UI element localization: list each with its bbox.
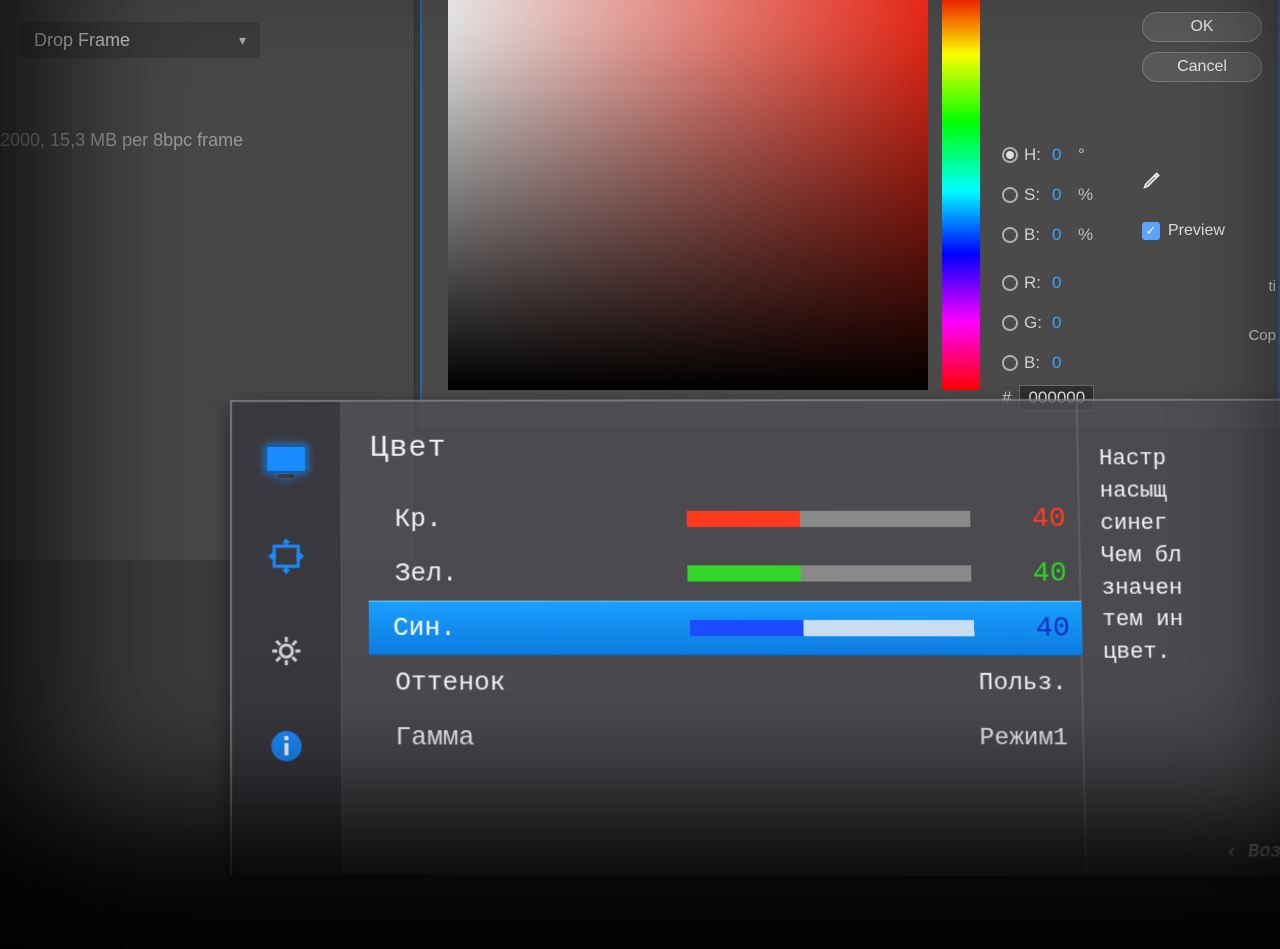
preview-label: Preview	[1168, 222, 1225, 240]
osd-blue-value: 40	[1015, 612, 1071, 644]
osd-row-green[interactable]: Зел. 40	[371, 546, 1080, 601]
osd-desc-line: насыщ	[1099, 475, 1280, 507]
r-label: R:	[1024, 273, 1046, 293]
g-row[interactable]: G: 0	[1002, 303, 1093, 343]
frame-info-text: 2000, 15,3 MB per 8bpc frame	[0, 130, 243, 151]
g-value[interactable]: 0	[1052, 313, 1072, 333]
radio-icon[interactable]	[1002, 187, 1018, 203]
chevron-down-icon: ▾	[239, 32, 246, 49]
radio-icon[interactable]	[1002, 275, 1018, 291]
osd-tab-settings[interactable]	[260, 627, 312, 676]
check-icon: ✓	[1142, 222, 1160, 240]
side-label-copy: Cop	[1248, 327, 1276, 344]
osd-desc-line: синег	[1100, 507, 1280, 539]
h-value[interactable]: 0	[1052, 145, 1072, 165]
osd-gamma-value: Режим1	[980, 724, 1069, 752]
radio-icon[interactable]	[1002, 315, 1018, 331]
osd-red-bar	[687, 511, 971, 527]
bri-row[interactable]: B: 0 %	[1002, 215, 1093, 255]
osd-green-bar	[687, 565, 971, 581]
osd-gamma-label: Гамма	[395, 722, 628, 753]
osd-title: Цвет	[370, 431, 1077, 466]
osd-red-value: 40	[1011, 503, 1066, 534]
preview-checkbox[interactable]: ✓ Preview	[1142, 222, 1225, 240]
s-label: S:	[1024, 185, 1046, 205]
g-label: G:	[1024, 313, 1046, 333]
b-value[interactable]: 0	[1052, 225, 1072, 245]
picker-buttons: OK Cancel	[1142, 0, 1280, 92]
osd-green-label: Зел.	[395, 558, 627, 588]
osd-tint-value: Польз.	[979, 669, 1068, 697]
s-value[interactable]: 0	[1052, 185, 1072, 205]
osd-row-tint[interactable]: Оттенок Польз.	[371, 655, 1082, 711]
osd-main: Цвет Кр. 40 Зел. 40 Син. 40 Оттенок Поль…	[342, 401, 1085, 877]
osd-footer-back[interactable]: ‹ Воз	[1226, 842, 1280, 863]
hue-strip[interactable]	[942, 0, 980, 390]
osd-sidebar	[232, 402, 343, 875]
hsb-rgb-group: H: 0 ° S: 0 % B: 0 % R: 0	[1002, 135, 1093, 383]
drop-frame-label: Drop Frame	[34, 30, 130, 51]
color-saturation-field[interactable]	[448, 0, 928, 390]
osd-description: Настр насыщ синег Чем бл значен тем ин ц…	[1076, 401, 1280, 877]
osd-desc-line: цвет.	[1103, 637, 1280, 670]
osd-blue-label: Син.	[393, 613, 625, 643]
h-unit: °	[1078, 145, 1085, 165]
b2-row[interactable]: B: 0	[1002, 343, 1093, 383]
b2-value[interactable]: 0	[1052, 353, 1072, 373]
osd-tab-geometry[interactable]	[260, 532, 312, 580]
osd-desc-line: значен	[1101, 572, 1280, 604]
monitor-osd: Цвет Кр. 40 Зел. 40 Син. 40 Оттенок Поль…	[230, 399, 1280, 877]
color-picker-panel: H: 0 ° S: 0 % B: 0 % R: 0	[420, 0, 1280, 429]
osd-red-label: Кр.	[395, 504, 627, 534]
osd-green-value: 40	[1012, 558, 1068, 589]
ok-button[interactable]: OK	[1142, 12, 1262, 42]
osd-tint-label: Оттенок	[395, 667, 628, 698]
osd-tab-info[interactable]	[260, 722, 313, 771]
radio-icon[interactable]	[1002, 227, 1018, 243]
osd-tab-picture[interactable]	[260, 438, 312, 486]
b2-label: B:	[1024, 353, 1046, 373]
osd-row-red[interactable]: Кр. 40	[370, 492, 1078, 547]
r-value[interactable]: 0	[1052, 273, 1072, 293]
radio-icon[interactable]	[1002, 147, 1018, 163]
drop-frame-select[interactable]: Drop Frame ▾	[20, 22, 260, 58]
osd-row-gamma[interactable]: Гамма Режим1	[371, 710, 1083, 766]
b-unit: %	[1078, 225, 1093, 245]
hue-row[interactable]: H: 0 °	[1002, 135, 1093, 175]
eyedropper-icon[interactable]	[1142, 168, 1164, 190]
b-label: B:	[1024, 225, 1046, 245]
sat-row[interactable]: S: 0 %	[1002, 175, 1093, 215]
osd-desc-line: Чем бл	[1101, 540, 1280, 572]
side-label-ti: ti	[1269, 278, 1277, 295]
osd-desc-line: Настр	[1099, 443, 1280, 475]
radio-icon[interactable]	[1002, 355, 1018, 371]
osd-blue-bar	[690, 620, 974, 636]
s-unit: %	[1078, 185, 1093, 205]
osd-row-blue[interactable]: Син. 40	[369, 601, 1083, 656]
h-label: H:	[1024, 145, 1046, 165]
osd-desc-line: тем ин	[1102, 604, 1280, 637]
cancel-button[interactable]: Cancel	[1142, 52, 1262, 82]
r-row[interactable]: R: 0	[1002, 263, 1093, 303]
eyedropper-row	[1142, 168, 1164, 190]
